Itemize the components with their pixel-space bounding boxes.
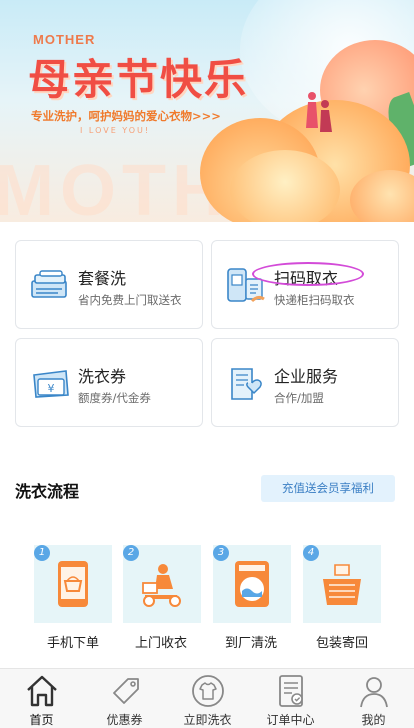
- tab-coupons[interactable]: 优惠券: [83, 669, 166, 728]
- package-wash-icon: [31, 270, 67, 298]
- service-title: 洗衣券: [78, 367, 127, 386]
- banner-slogan: 专业洗护，呵护妈妈的爱心衣物>>>: [31, 109, 221, 123]
- tab-label: 优惠券: [106, 713, 143, 727]
- step-number: 2: [123, 545, 139, 561]
- banner-title: 母亲节快乐: [28, 55, 249, 104]
- banner-subtitle-en: MOTHER: [33, 32, 96, 47]
- tab-label: 订单中心: [266, 713, 315, 727]
- step-number: 1: [34, 545, 50, 561]
- phone-order-icon: [58, 561, 88, 607]
- shirt-icon: [192, 675, 224, 707]
- process-step-pickup: 2: [123, 545, 201, 623]
- process-step-factory-wash: 3: [213, 545, 291, 623]
- process-step-pack-return: 4: [303, 545, 381, 623]
- couple-icon: [306, 92, 332, 132]
- tab-orders[interactable]: 订单中心: [249, 669, 332, 728]
- step-label: 上门收衣: [134, 636, 187, 651]
- tab-label: 立即洗衣: [183, 713, 232, 727]
- tab-profile[interactable]: 我的: [332, 669, 414, 728]
- process-section-title: 洗衣流程: [15, 482, 80, 501]
- order-icon: [279, 675, 303, 707]
- step-label: 到厂清洗: [224, 636, 277, 651]
- mothers-day-banner[interactable]: MOTHER MOTHER 母亲节快乐 专业洗护，呵护妈妈的爱心衣物>>> I …: [0, 0, 414, 222]
- service-card-coupon[interactable]: ¥ 洗衣券 额度券/代金券: [15, 338, 203, 427]
- tab-label: 首页: [29, 713, 54, 727]
- basket-icon: [323, 564, 361, 605]
- step-number: 4: [303, 545, 319, 561]
- flower-petal: [230, 150, 340, 222]
- tag-icon: [113, 678, 139, 704]
- process-step-phone-order: 1: [34, 545, 112, 623]
- user-icon: [360, 677, 388, 708]
- home-icon: [27, 675, 57, 707]
- delivery-scooter-icon: [142, 564, 181, 607]
- tab-wash-now[interactable]: 立即洗衣: [166, 669, 249, 728]
- service-subtitle: 合作/加盟: [274, 391, 324, 405]
- step-label: 手机下单: [46, 636, 99, 651]
- coupon-icon: ¥: [33, 370, 69, 398]
- service-subtitle: 省内免费上门取送衣: [78, 293, 182, 307]
- step-number: 3: [213, 545, 229, 561]
- enterprise-icon: [231, 368, 262, 400]
- svg-text:¥: ¥: [48, 382, 55, 395]
- washing-machine-icon: [235, 561, 269, 607]
- service-title: 套餐洗: [78, 269, 127, 288]
- bottom-tab-bar: 首页 优惠券 立即洗衣 订单中心 我的: [0, 668, 414, 728]
- tab-label: 我的: [361, 713, 386, 727]
- promo-button[interactable]: 充值送会员享福利: [261, 475, 395, 502]
- service-card-enterprise[interactable]: 企业服务 合作/加盟: [211, 338, 399, 427]
- service-title: 企业服务: [274, 367, 339, 386]
- service-subtitle: 快递柜扫码取衣: [274, 293, 355, 307]
- step-label: 包装寄回: [315, 636, 368, 651]
- tab-home[interactable]: 首页: [0, 669, 83, 728]
- highlight-circle: [252, 262, 364, 286]
- service-subtitle: 额度券/代金券: [78, 391, 151, 405]
- service-card-package-wash[interactable]: 套餐洗 省内免费上门取送衣: [15, 240, 203, 329]
- banner-love-text: I LOVE YOU!: [80, 126, 151, 135]
